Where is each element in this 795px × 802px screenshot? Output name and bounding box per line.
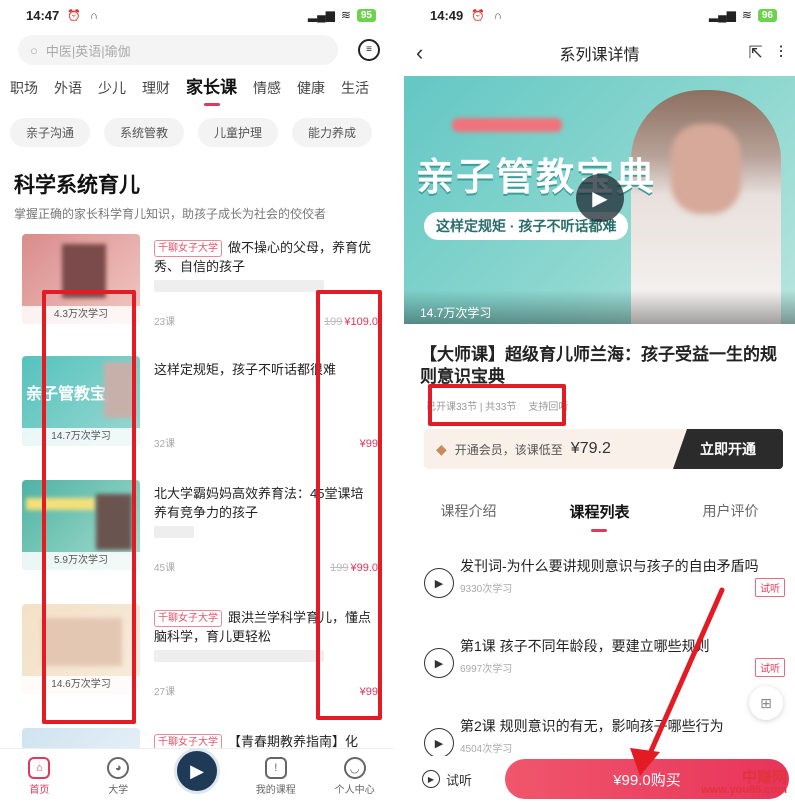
status-time: 14:49 — [430, 7, 464, 23]
tab-workplace[interactable]: 职场 — [2, 78, 46, 108]
search-placeholder: 中医|英语|瑜伽 — [45, 43, 131, 59]
play-icon: ▶ — [422, 770, 440, 788]
chip-communication[interactable]: 亲子沟通 — [10, 118, 91, 147]
vip-price: ¥79.2 — [570, 440, 611, 457]
subcategory-chips: 亲子沟通 系统管教 儿童护理 能力养成 — [0, 108, 394, 147]
tab-finance[interactable]: 理财 — [134, 78, 178, 108]
tab-reviews[interactable]: 用户评价 — [702, 501, 758, 532]
chip-discipline[interactable]: 系统管教 — [104, 118, 185, 147]
instructor-face-blur — [671, 124, 741, 214]
wifi-icon: ≋ — [741, 8, 752, 22]
lesson-title: 第2课 规则意识的有无，影响孩子哪些行为 — [460, 718, 724, 734]
signal-icon: ▂▄▆ — [307, 8, 335, 22]
university-badge: 千聊女子大学 — [154, 610, 222, 627]
blurred-text — [154, 650, 324, 662]
grid-menu-icon[interactable]: ⊞ — [749, 686, 783, 720]
play-icon[interactable]: ▶ — [424, 568, 454, 598]
annotation-box-prices — [316, 290, 382, 720]
tab-emotion[interactable]: 情感 — [245, 78, 289, 108]
lesson-count: 32课 — [154, 439, 176, 450]
watermark-url: www.you85.com — [701, 784, 787, 796]
nav-university[interactable]: ◕ 大学 — [88, 757, 148, 796]
watermark-brand: 中赚网 — [741, 769, 787, 786]
nav-my-courses[interactable]: ! 我的课程 — [246, 757, 306, 796]
tab-language[interactable]: 外语 — [46, 78, 90, 108]
right-screen: 14:49 ⏰ ∩ ▂▄▆ ≋ 96 ‹ 系列课详情 ⇱ ⫶ 亲子管教宝典 这样… — [404, 0, 795, 802]
lesson-title: 第1课 孩子不同年龄段，要建立哪些规则 — [460, 638, 710, 654]
vip-text: 开通会员，该课低至 — [454, 442, 563, 457]
profile-icon: ◡ — [343, 757, 366, 779]
message-icon[interactable]: ≡ — [358, 39, 380, 61]
search-row: ○ 中医|英语|瑜伽 ≡ — [0, 30, 394, 68]
tab-intro[interactable]: 课程介绍 — [440, 501, 496, 532]
university-badge: 千聊女子大学 — [154, 240, 222, 257]
detail-tabs: 课程介绍 课程列表 用户评价 — [404, 469, 795, 532]
play-icon: ▶ — [173, 748, 220, 794]
section-title: 科学系统育儿 — [14, 174, 140, 197]
page-title: 系列课详情 — [559, 47, 640, 64]
back-icon[interactable]: ‹ — [416, 40, 446, 66]
status-bar: 14:49 ⏰ ∩ ▂▄▆ ≋ 96 — [404, 0, 795, 30]
battery-icon: 96 — [757, 8, 777, 22]
section-subtitle: 掌握正确的家长科学育儿知识，助孩子成长为社会的佼佼者 — [14, 207, 327, 221]
blurred-text — [154, 280, 324, 292]
screen-divider — [394, 0, 404, 802]
try-button[interactable]: ▶ 试听 — [404, 770, 500, 789]
battery-icon: 95 — [356, 8, 376, 22]
book-icon: ! — [264, 757, 287, 779]
home-icon: ⌂ — [28, 757, 51, 779]
chip-childcare[interactable]: 儿童护理 — [198, 118, 279, 147]
tab-lesson-list[interactable]: 课程列表 — [569, 501, 629, 532]
stats-icon[interactable]: ⫶ — [779, 43, 783, 63]
tab-life[interactable]: 生活 — [333, 78, 377, 108]
nav-player[interactable]: ▶ — [167, 748, 227, 796]
lesson-title: 发刊词-为什么要讲规则意识与孩子的自由矛盾吗 — [460, 558, 759, 574]
blurred-label — [452, 118, 562, 132]
signal-icon: ▂▄▆ — [708, 8, 736, 22]
course-title: 【大师课】超级育儿师兰海：孩子受益一生的规则意识宝典 — [420, 345, 777, 386]
category-tabs: 职场 外语 少儿 理财 家长课 情感 健康 生活 — [0, 68, 394, 108]
nav-profile[interactable]: ◡ 个人中心 — [325, 757, 385, 796]
lesson-count: 45课 — [154, 563, 176, 574]
wifi-icon: ≋ — [340, 8, 351, 22]
course-title: 【青春期教养指南】化 — [228, 734, 359, 749]
play-icon[interactable]: ▶ — [576, 174, 624, 222]
left-screen: 14:47 ⏰ ∩ ▂▄▆ ≋ 95 ○ 中医|英语|瑜伽 ≡ 职场 外语 少儿… — [0, 0, 394, 802]
lesson-count: 6997次学习 — [460, 664, 513, 675]
lesson-count: 27课 — [154, 687, 176, 698]
lesson-count: 9330次学习 — [460, 584, 513, 595]
watermark: 中赚网 www.you85.com — [701, 769, 787, 796]
lesson-item[interactable]: ▶ 发刊词-为什么要讲规则意识与孩子的自由矛盾吗 9330次学习 试听 — [420, 552, 785, 616]
alarm-icon: ⏰ ∩ — [67, 9, 101, 22]
vip-open-button[interactable]: 立即开通 — [673, 429, 783, 469]
vip-banner[interactable]: ◆ 开通会员，该课低至 ¥79.2 立即开通 — [424, 429, 783, 469]
tab-health[interactable]: 健康 — [289, 78, 333, 108]
diamond-icon: ◆ — [436, 440, 447, 457]
play-icon[interactable]: ▶ — [424, 648, 454, 678]
blurred-text — [154, 526, 194, 538]
course-banner[interactable]: 亲子管教宝典 这样定规矩 · 孩子不听话都难 ▶ 14.7万次学习 — [404, 76, 795, 324]
status-time: 14:47 — [26, 7, 60, 23]
top-bar: ‹ 系列课详情 ⇱ ⫶ — [404, 30, 795, 76]
share-icon[interactable]: ⇱ — [749, 43, 763, 63]
lesson-item[interactable]: ▶ 第1课 孩子不同年龄段，要建立哪些规则 6997次学习 试听 — [420, 632, 785, 696]
annotation-box-lessons — [428, 384, 566, 426]
search-input[interactable]: ○ 中医|英语|瑜伽 — [18, 35, 338, 65]
tab-kids[interactable]: 少儿 — [90, 78, 134, 108]
play-icon[interactable]: ▶ — [424, 728, 454, 758]
tab-parenting[interactable]: 家长课 — [178, 73, 245, 108]
lesson-count: 4504次学习 — [460, 744, 513, 755]
alarm-icon: ⏰ ∩ — [471, 9, 505, 22]
bottom-nav: ⌂ 首页 ◕ 大学 ▶ ! 我的课程 ◡ 个人中心 — [0, 748, 394, 802]
lesson-count: 23课 — [154, 317, 176, 328]
university-icon: ◕ — [107, 757, 130, 779]
annotation-box-learners — [42, 290, 136, 724]
search-icon: ○ — [30, 42, 38, 58]
trial-badge[interactable]: 试听 — [755, 578, 785, 597]
nav-home[interactable]: ⌂ 首页 — [9, 757, 69, 796]
chip-ability[interactable]: 能力养成 — [292, 118, 373, 147]
status-bar: 14:47 ⏰ ∩ ▂▄▆ ≋ 95 — [0, 0, 394, 30]
trial-badge[interactable]: 试听 — [755, 658, 785, 677]
learner-count: 14.7万次学习 — [404, 290, 795, 324]
